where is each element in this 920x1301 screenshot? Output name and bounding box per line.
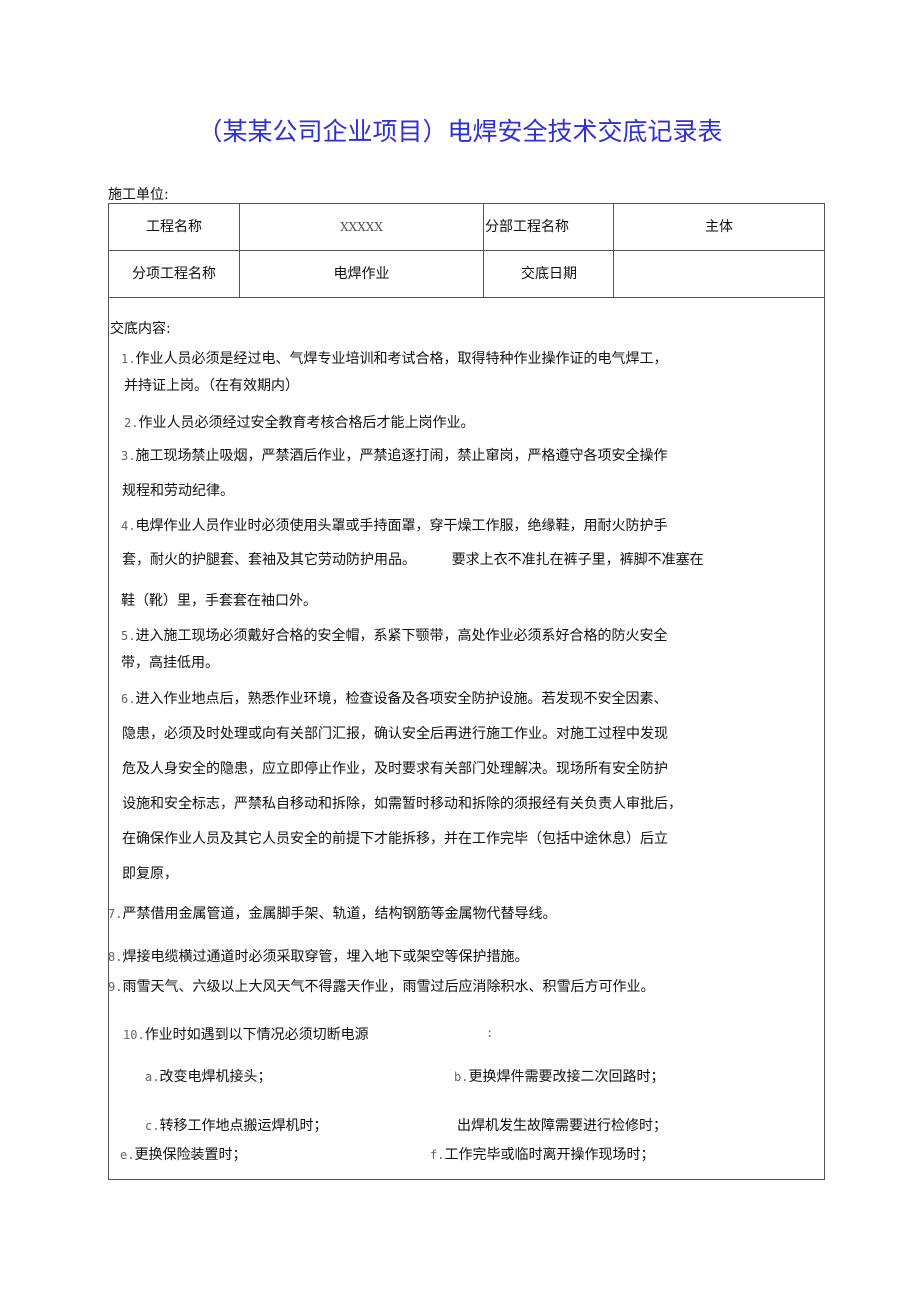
sub-item-d: 出焊机发生故障需要进行检修时；: [457, 1115, 667, 1135]
sub-item-e: e.更换保险装置时；: [120, 1144, 246, 1164]
item-text: 电焊作业人员作业时必须使用头罩或手持面罩，穿干燥工作服，绝缘鞋，用耐火防护手: [135, 518, 668, 534]
list-item-1-cont: 并持证上岗。（在有效期内）: [124, 378, 299, 394]
item-number: 8.: [108, 950, 123, 964]
disclosure-record-table: 工程名称 XXXXX 分部工程名称 主体 分项工程名称 电焊作业 交底日期 交底…: [108, 203, 825, 1180]
division-label: 分部工程名称: [485, 219, 569, 235]
sub-item-text: 转移工作地点搬运焊机时；: [159, 1118, 328, 1134]
item-number: 3.: [121, 449, 136, 463]
item-number: 6.: [121, 692, 136, 706]
subitem-value: 电焊作业: [333, 266, 390, 282]
item-number: 4.: [121, 519, 136, 533]
list-item-8: 8.焊接电缆横过通道时必须采取穿管，埋入地下或架空等保护措施。: [108, 946, 528, 966]
list-item-2: 2.作业人员必须经过安全教育考核合格后才能上岗作业。: [124, 412, 474, 432]
list-item-6-cont: 即复原，: [122, 866, 178, 882]
sub-item-a: a.改变电焊机接头；: [145, 1066, 271, 1086]
project-name-label: 工程名称: [146, 219, 202, 235]
sub-item-letter: b.: [454, 1070, 469, 1084]
item-number: 2.: [124, 416, 139, 430]
sub-item-letter: c.: [145, 1119, 160, 1133]
list-item-3: 3.施工现场禁止吸烟，严禁酒后作业，严禁追逐打闹，禁止窜岗，严格遵守各项安全操作: [121, 445, 667, 465]
item-number: 10.: [123, 1028, 145, 1042]
list-item-9: 9.雨雪天气、六级以上大风天气不得露天作业，雨雪过后应消除积水、积雪后方可作业。: [108, 976, 654, 996]
list-item-4: 4.电焊作业人员作业时必须使用头罩或手持面罩，穿干燥工作服，绝缘鞋，用耐火防护手: [121, 515, 667, 535]
list-item-6-cont: 在确保作业人员及其它人员安全的前提下才能拆移，并在工作完毕（包括中途休息）后立: [122, 831, 668, 847]
construction-unit-label: 施工单位:: [108, 187, 169, 203]
sub-item-text: 更换保险装置时；: [134, 1147, 247, 1163]
list-item-6-cont: 隐患，必须及时处理或向有关部门汇报，确认安全后再进行施工作业。对施工过程中发现: [122, 726, 668, 742]
list-item-6: 6.进入作业地点后，熟悉作业环境，检查设备及各项安全防护设施。若发现不安全因素、: [121, 688, 667, 708]
project-name-value: XXXXX: [340, 220, 383, 234]
list-item-10: 10.作业时如遇到以下情况必须切断电源: [123, 1024, 369, 1044]
subitem-label: 分项工程名称: [132, 266, 216, 282]
item-text: 进入作业地点后，熟悉作业环境，检查设备及各项安全防护设施。若发现不安全因素、: [135, 691, 668, 707]
sub-item-text: 出焊机发生故障需要进行检修时；: [457, 1118, 667, 1134]
sub-item-b: b.更换焊件需要改接二次回路时；: [454, 1066, 664, 1086]
item-number: 9.: [108, 980, 123, 994]
item-text: 严禁借用金属管道，金属脚手架、轨道，结构钢筋等金属物代替导线。: [122, 906, 557, 922]
item-text: 作业人员必须是经过电、气焊专业培训和考试合格，取得特种作业操作证的电气焊工，: [135, 351, 668, 367]
date-label: 交底日期: [521, 266, 577, 282]
division-value: 主体: [705, 219, 733, 235]
item-text: 施工现场禁止吸烟，严禁酒后作业，严禁追逐打闹，禁止窜岗，严格遵守各项安全操作: [135, 448, 668, 464]
item-text: 作业时如遇到以下情况必须切断电源: [144, 1027, 369, 1043]
sub-item-text: 改变电焊机接头；: [159, 1069, 272, 1085]
item-text: 进入施工现场必须戴好合格的安全帽，系紧下颚带，高处作业必须系好合格的防火安全: [135, 628, 668, 644]
list-item-4-cont: 套，耐火的护腿套、套袖及其它劳动防护用品。 要求上衣不准扎在裤子里，裤脚不准塞在: [122, 552, 704, 568]
list-item-5: 5.进入施工现场必须戴好合格的安全帽，系紧下颚带，高处作业必须系好合格的防火安全: [121, 625, 667, 645]
list-item-6-cont: 设施和安全标志，严禁私自移动和拆除，如需暂时移动和拆除的须报经有关负责人审批后，: [122, 796, 682, 812]
list-item-4-cont: 鞋（靴）里，手套套在袖口外。: [121, 593, 317, 609]
document-title: （某某公司企业项目）电焊安全技术交底记录表: [197, 117, 723, 146]
list-item-5-cont: 带，高挂低用。: [121, 655, 219, 671]
sub-item-letter: e.: [120, 1148, 135, 1162]
item-number: 7.: [108, 907, 123, 921]
item-text: 焊接电缆横过通道时必须采取穿管，埋入地下或架空等保护措施。: [122, 949, 529, 965]
list-item-10-colon: :: [486, 1026, 494, 1040]
list-item-3-cont: 规程和劳动纪律。: [122, 483, 234, 499]
sub-item-text: 更换焊件需要改接二次回路时；: [468, 1069, 665, 1085]
item-number: 5.: [121, 629, 136, 643]
item-number: 1.: [121, 352, 136, 366]
list-item-6-cont: 危及人身安全的隐患，应立即停止作业，及时要求有关部门处理解决。现场所有安全防护: [122, 761, 668, 777]
header-row-1: 工程名称 XXXXX 分部工程名称 主体: [109, 204, 824, 251]
list-item-1: 1.作业人员必须是经过电、气焊专业培训和考试合格，取得特种作业操作证的电气焊工，: [121, 348, 667, 368]
content-heading: 交底内容:: [110, 321, 171, 337]
sub-item-f: f.工作完毕或临时离开操作现场时；: [430, 1144, 654, 1164]
item-text: 作业人员必须经过安全教育考核合格后才能上岗作业。: [138, 415, 475, 431]
date-value: [614, 251, 824, 297]
sub-item-c: c.转移工作地点搬运焊机时；: [145, 1115, 327, 1135]
item-text: 雨雪天气、六级以上大风天气不得露天作业，雨雪过后应消除积水、积雪后方可作业。: [122, 979, 655, 995]
sub-item-text: 工作完毕或临时离开操作现场时；: [444, 1147, 655, 1163]
list-item-7: 7.严禁借用金属管道，金属脚手架、轨道，结构钢筋等金属物代替导线。: [108, 903, 556, 923]
sub-item-letter: a.: [145, 1070, 160, 1084]
header-row-2: 分项工程名称 电焊作业 交底日期: [109, 251, 824, 298]
sub-item-letter: f.: [430, 1148, 445, 1162]
